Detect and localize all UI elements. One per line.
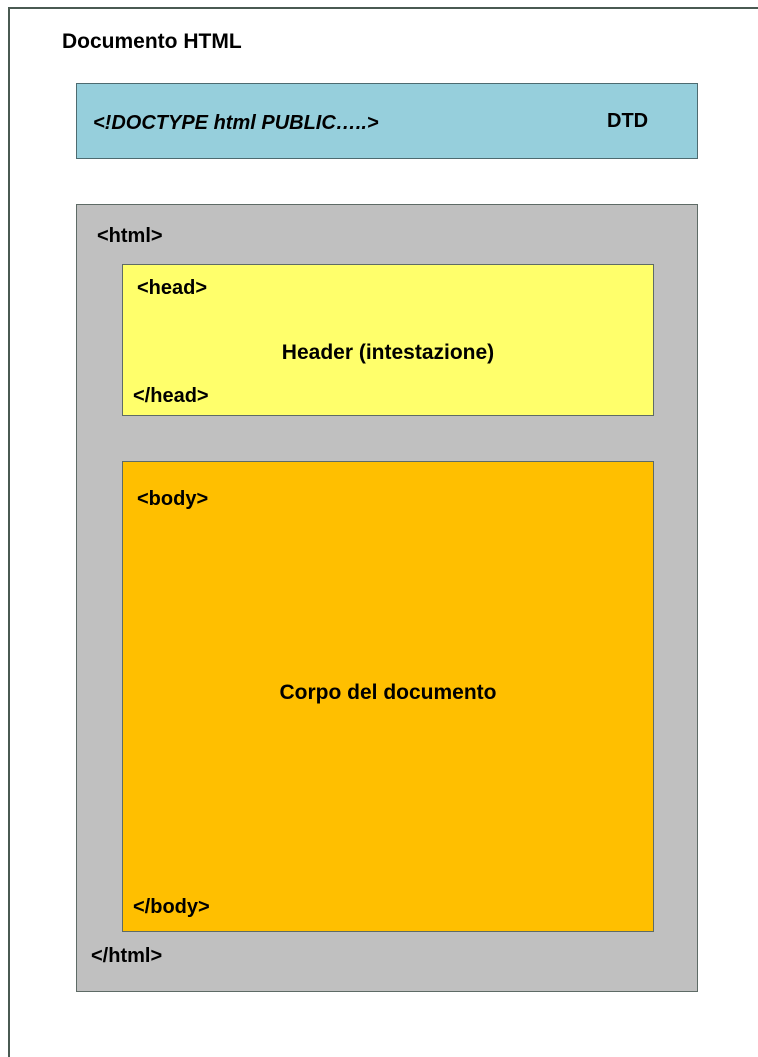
body-caption: Corpo del documento — [279, 681, 497, 704]
dtd-box: <!DOCTYPE html PUBLIC…..> DTD — [76, 83, 698, 159]
body-open-tag: <body> — [137, 488, 209, 510]
html-open-tag: <html> — [97, 225, 163, 247]
dtd-label: DTD — [607, 110, 649, 132]
head-caption: Header (intestazione) — [281, 341, 495, 364]
html-element-box: <html> <head> Header (intestazione) </he… — [76, 204, 698, 992]
head-close-tag: </head> — [133, 385, 209, 407]
head-open-tag: <head> — [137, 277, 208, 299]
doctype-declaration: <!DOCTYPE html PUBLIC…..> — [93, 112, 379, 134]
diagram-title: Documento HTML — [62, 30, 242, 53]
html-close-tag: </html> — [91, 945, 163, 967]
head-element-box: <head> Header (intestazione) </head> — [122, 264, 654, 416]
body-element-box: <body> Corpo del documento </body> — [122, 461, 654, 932]
body-close-tag: </body> — [133, 896, 210, 918]
